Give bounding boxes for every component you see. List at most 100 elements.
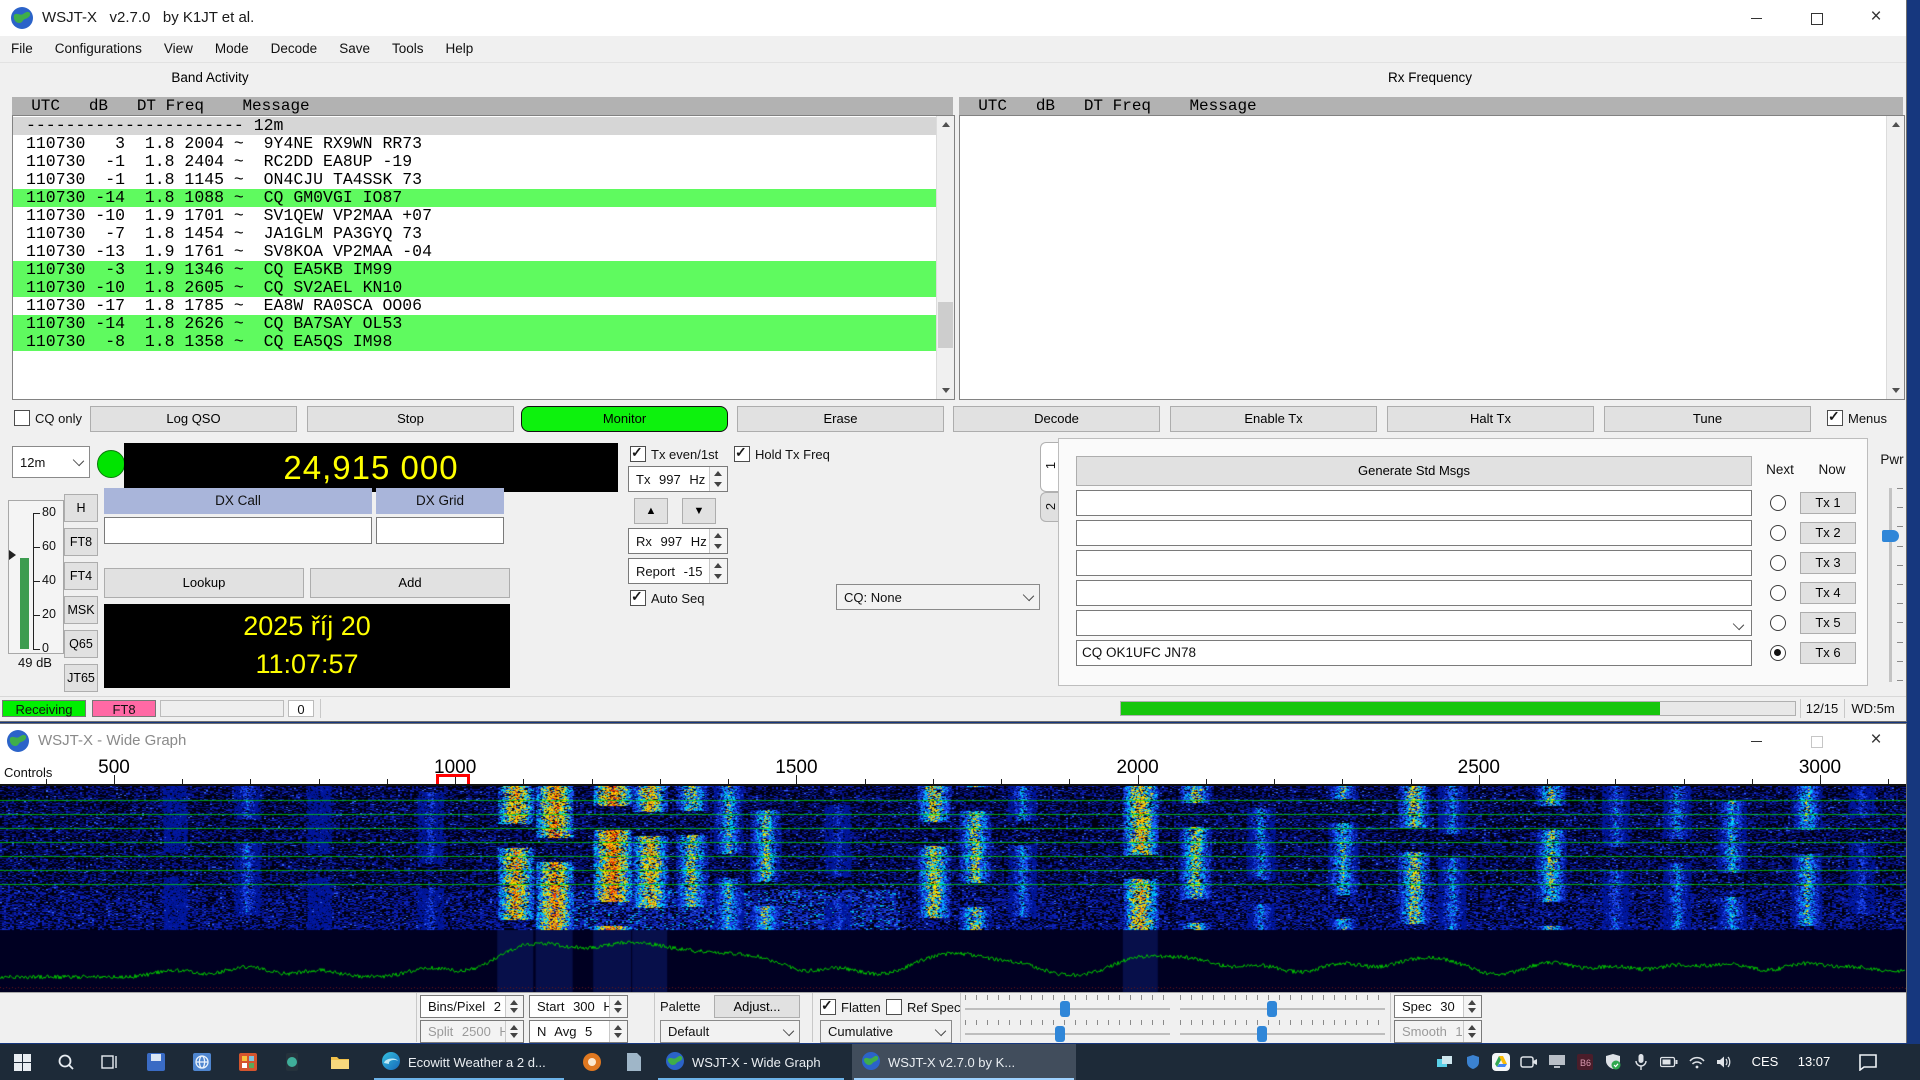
menus-checkbox[interactable]: Menus bbox=[1827, 410, 1887, 426]
scroll-down-icon[interactable] bbox=[1887, 382, 1904, 399]
rx-freq-spinner[interactable]: Rx 997 Hz bbox=[628, 528, 728, 554]
spectrum-mode-combo[interactable]: Cumulative bbox=[820, 1020, 952, 1043]
mode-button-ft4[interactable]: FT4 bbox=[64, 562, 98, 590]
pinned-app-grid-icon[interactable] bbox=[226, 1044, 270, 1080]
taskbar-task-2[interactable]: WSJT-X - Wide Graph bbox=[656, 1044, 846, 1080]
tx-next-radio-4[interactable] bbox=[1770, 585, 1786, 601]
log-qso-button[interactable]: Log QSO bbox=[90, 406, 297, 432]
lookup-button[interactable]: Lookup bbox=[104, 568, 304, 598]
smooth-spinner[interactable]: Smooth 1 bbox=[1394, 1020, 1482, 1043]
scroll-down-icon[interactable] bbox=[937, 382, 954, 399]
taskbar-task-3[interactable]: WSJT-X v2.7.0 by K... bbox=[852, 1044, 1076, 1080]
mode-button-h[interactable]: H bbox=[64, 494, 98, 522]
pwr-slider[interactable] bbox=[1880, 488, 1906, 682]
language-indicator[interactable]: CES bbox=[1744, 1044, 1786, 1080]
halt-tx-button[interactable]: Halt Tx bbox=[1387, 406, 1594, 432]
taskbar-task-1[interactable]: Ecowitt Weather a 2 d... bbox=[372, 1044, 566, 1080]
report-spinner[interactable]: Report -15 bbox=[628, 558, 728, 584]
tx-next-radio-3[interactable] bbox=[1770, 555, 1786, 571]
add-button[interactable]: Add bbox=[310, 568, 510, 598]
pwr-slider-handle[interactable] bbox=[1882, 530, 1899, 542]
tray-icon-defender[interactable] bbox=[1602, 1052, 1624, 1072]
decode-row[interactable]: 110730 -14 1.8 1088 ~ CQ GM0VGI IO87 bbox=[13, 189, 936, 207]
ref-spec-checkbox[interactable]: Ref Spec bbox=[886, 999, 960, 1015]
tx-now-button-4[interactable]: Tx 4 bbox=[1800, 582, 1856, 604]
menu-help[interactable]: Help bbox=[434, 36, 484, 62]
start-freq-spinner[interactable]: Start 300 Hz bbox=[529, 995, 628, 1018]
mode-button-jt65[interactable]: JT65 bbox=[64, 664, 98, 692]
start-button[interactable] bbox=[0, 1044, 44, 1080]
flatten-checkbox[interactable]: Flatten bbox=[820, 999, 881, 1015]
tune-button[interactable]: Tune bbox=[1604, 406, 1811, 432]
tx-even-checkbox[interactable]: Tx even/1st bbox=[630, 446, 718, 462]
tx-now-button-1[interactable]: Tx 1 bbox=[1800, 492, 1856, 514]
tray-icon-bsix[interactable]: B6 bbox=[1574, 1052, 1596, 1072]
decode-row[interactable]: 110730 -17 1.8 1785 ~ EA8W RA0SCA OO06 bbox=[13, 297, 936, 315]
tx-next-radio-2[interactable] bbox=[1770, 525, 1786, 541]
freq-down-button[interactable]: ▼ bbox=[682, 498, 716, 524]
pinned-app-compass-icon[interactable] bbox=[570, 1044, 614, 1080]
tray-icon-mic[interactable] bbox=[1630, 1052, 1652, 1072]
pinned-app-web-icon[interactable] bbox=[180, 1044, 224, 1080]
minimize-button[interactable] bbox=[1729, 0, 1783, 36]
decode-button[interactable]: Decode bbox=[953, 406, 1160, 432]
frequency-display[interactable]: 24,915 000 bbox=[124, 443, 618, 492]
tx-message-field-1[interactable] bbox=[1076, 490, 1752, 516]
maximize-button[interactable] bbox=[1789, 0, 1843, 36]
search-icon[interactable] bbox=[44, 1044, 88, 1080]
band-activity-table[interactable]: ---------------------- 12m110730 3 1.8 2… bbox=[12, 115, 955, 400]
tx-message-field-4[interactable] bbox=[1076, 580, 1752, 606]
mode-button-msk[interactable]: MSK bbox=[64, 596, 98, 624]
menu-file[interactable]: File bbox=[0, 36, 44, 62]
mode-button-ft8[interactable]: FT8 bbox=[64, 528, 98, 556]
decode-row[interactable]: ---------------------- 12m bbox=[13, 117, 936, 135]
tx-now-button-6[interactable]: Tx 6 bbox=[1800, 642, 1856, 664]
tray-icon-shield[interactable] bbox=[1462, 1052, 1484, 1072]
file-explorer-icon[interactable] bbox=[318, 1044, 362, 1080]
palette-combo[interactable]: Default bbox=[660, 1020, 800, 1043]
tray-icon-wifi[interactable] bbox=[1686, 1052, 1708, 1072]
spectrum-gain-slider[interactable] bbox=[965, 1020, 1170, 1043]
decode-row[interactable]: 110730 -8 1.8 1358 ~ CQ EA5QS IM98 bbox=[13, 333, 936, 351]
band-activity-scrollbar[interactable] bbox=[936, 116, 954, 399]
monitor-button[interactable]: Monitor bbox=[521, 406, 728, 432]
stop-button[interactable]: Stop bbox=[307, 406, 514, 432]
generate-std-msgs-button[interactable]: Generate Std Msgs bbox=[1076, 456, 1752, 486]
tray-icon-battery[interactable] bbox=[1658, 1052, 1680, 1072]
decode-row[interactable]: 110730 -3 1.9 1346 ~ CQ EA5KB IM99 bbox=[13, 261, 936, 279]
slider-handle[interactable] bbox=[1060, 1001, 1070, 1017]
task-view-icon[interactable] bbox=[88, 1044, 132, 1080]
decode-row[interactable]: 110730 -10 1.9 1701 ~ SV1QEW VP2MAA +07 bbox=[13, 207, 936, 225]
mode-button-q65[interactable]: Q65 bbox=[64, 630, 98, 658]
tx-message-field-5[interactable] bbox=[1076, 610, 1752, 636]
scroll-up-icon[interactable] bbox=[937, 116, 954, 133]
decode-row[interactable]: 110730 3 1.8 2004 ~ 9Y4NE RX9WN RR73 bbox=[13, 135, 936, 153]
menu-configurations[interactable]: Configurations bbox=[44, 36, 153, 62]
tx-now-button-3[interactable]: Tx 3 bbox=[1800, 552, 1856, 574]
split-freq-spinner[interactable]: Split 2500 Hz bbox=[420, 1020, 524, 1043]
tx-freq-spinner[interactable]: Tx 997 Hz bbox=[628, 466, 728, 492]
slider-handle[interactable] bbox=[1257, 1026, 1267, 1042]
dx-call-input[interactable] bbox=[104, 517, 372, 544]
tx-message-field-2[interactable] bbox=[1076, 520, 1752, 546]
rx-frequency-scrollbar[interactable] bbox=[1886, 116, 1904, 399]
scroll-up-icon[interactable] bbox=[1887, 116, 1904, 133]
decode-row[interactable]: 110730 -1 1.8 2404 ~ RC2DD EA8UP -19 bbox=[13, 153, 936, 171]
freq-up-button[interactable]: ▲ bbox=[634, 498, 668, 524]
waterfall-canvas[interactable] bbox=[0, 786, 1906, 992]
tx-next-radio-5[interactable] bbox=[1770, 615, 1786, 631]
decode-row[interactable]: 110730 -14 1.8 2626 ~ CQ BA7SAY OL53 bbox=[13, 315, 936, 333]
auto-seq-checkbox[interactable]: Auto Seq bbox=[630, 590, 705, 606]
menu-view[interactable]: View bbox=[153, 36, 204, 62]
tx-message-field-6[interactable]: CQ OK1UFC JN78 bbox=[1076, 640, 1752, 666]
decode-row[interactable]: 110730 -10 1.8 2605 ~ CQ SV2AEL KN10 bbox=[13, 279, 936, 297]
waterfall-zero-slider[interactable] bbox=[1180, 995, 1385, 1018]
tx-now-button-2[interactable]: Tx 2 bbox=[1800, 522, 1856, 544]
pinned-app-doc-icon[interactable] bbox=[612, 1044, 656, 1080]
menu-save[interactable]: Save bbox=[328, 36, 381, 62]
slider-handle[interactable] bbox=[1267, 1001, 1277, 1017]
erase-button[interactable]: Erase bbox=[737, 406, 944, 432]
tray-icon-camera[interactable] bbox=[1518, 1052, 1540, 1072]
tray-icon-gdrive[interactable] bbox=[1490, 1052, 1512, 1072]
tx-message-field-3[interactable] bbox=[1076, 550, 1752, 576]
